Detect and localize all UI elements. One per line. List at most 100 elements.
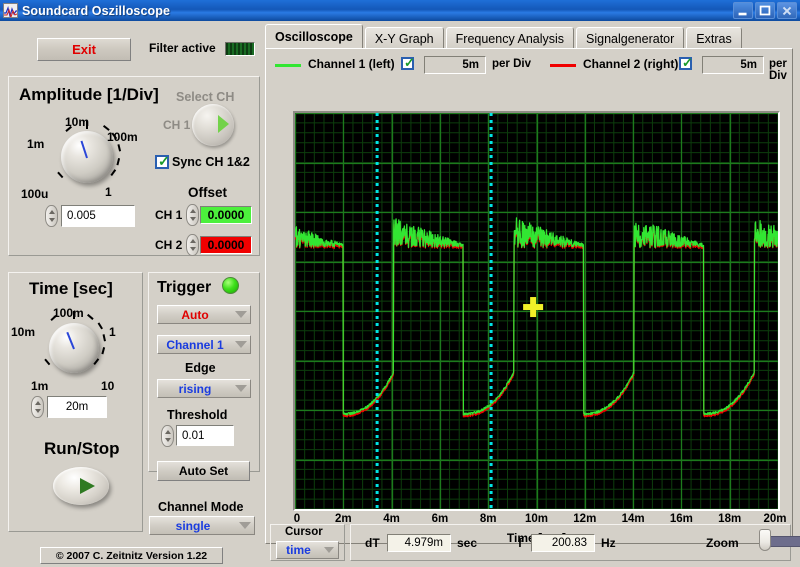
channel1-per-div-value[interactable]: 5m: [424, 56, 486, 74]
amplitude-knob-label-100m: 100m: [107, 130, 138, 144]
offset-ch2-label: CH 2: [155, 238, 183, 252]
cursor-title: Cursor: [285, 526, 323, 538]
maximize-icon[interactable]: [755, 2, 775, 19]
amplitude-knob-label-1: 1: [105, 185, 112, 199]
channel2-enable-checkbox[interactable]: ✓: [679, 55, 693, 70]
channel-legend-row: Channel 1 (left) ✓ 5m per Div Channel 2 …: [266, 55, 794, 82]
minimize-icon[interactable]: [733, 2, 753, 19]
time-value-input[interactable]: 20m: [47, 396, 107, 418]
offset-ch2-spinner[interactable]: [186, 234, 199, 256]
time-title: Time [sec]: [29, 279, 113, 298]
knob-tick: [110, 169, 117, 177]
channel-mode-label: Channel Mode: [158, 500, 244, 514]
time-knob-label-10m: 10m: [11, 325, 36, 339]
zoom-slider-handle[interactable]: [759, 529, 771, 551]
tab-signalgenerator[interactable]: Signalgenerator: [576, 27, 685, 49]
channel-mode-value: single: [175, 518, 211, 533]
channel1-per-div-label: per Div: [492, 58, 531, 70]
dt-unit: sec: [457, 536, 478, 550]
time-knob-label-1: 1: [109, 325, 116, 339]
time-knob-needle: [66, 331, 75, 350]
auto-set-button[interactable]: Auto Set: [157, 461, 250, 481]
oscilloscope-plot-frame[interactable]: [293, 111, 780, 511]
time-knob[interactable]: [49, 323, 99, 373]
offset-ch2-value[interactable]: 0.0000: [200, 236, 252, 254]
cursor-mode-combo[interactable]: time: [276, 541, 339, 559]
window-title: Soundcard Oszilloscope: [22, 3, 171, 18]
channel2-legend-swatch: [550, 64, 576, 67]
checkmark-icon: ✓: [682, 55, 693, 70]
trigger-title: Trigger: [157, 279, 212, 296]
offset-title: Offset: [188, 185, 228, 200]
waveform-icon: [3, 3, 18, 18]
trigger-edge-label: Edge: [185, 361, 216, 375]
close-icon[interactable]: [777, 2, 797, 19]
amplitude-knob-label-10m: 10m: [65, 115, 90, 129]
chevron-down-icon: [320, 547, 338, 553]
trigger-source-combo[interactable]: Channel 1: [157, 335, 251, 354]
trigger-mode-combo[interactable]: Auto: [157, 305, 251, 324]
oscilloscope-plot[interactable]: [295, 113, 778, 509]
channel-mode-combo[interactable]: single: [149, 516, 255, 535]
cursor-mode-value: time: [286, 543, 311, 557]
amplitude-knob-needle: [80, 140, 88, 159]
dt-value: 4.979m: [387, 534, 451, 552]
amplitude-title: Amplitude [1/Div]: [19, 85, 159, 104]
select-channel-label: Select CH: [176, 90, 235, 104]
offset-ch1-label: CH 1: [155, 208, 183, 222]
select-channel-value: CH 1: [163, 118, 191, 132]
trigger-threshold-label: Threshold: [167, 408, 228, 422]
amplitude-knob-label-1m: 1m: [27, 137, 45, 151]
time-knob-label-1m: 1m: [31, 379, 49, 393]
select-channel-knob-pointer: [218, 115, 229, 133]
amplitude-knob-label-100u: 100u: [21, 187, 49, 201]
tab-xy-graph[interactable]: X-Y Graph: [364, 27, 444, 49]
select-channel-knob[interactable]: [192, 104, 234, 146]
time-knob-label-100m: 100m: [53, 306, 84, 320]
sync-channels-checkbox[interactable]: ✓: [155, 154, 170, 169]
channel2-per-div-value[interactable]: 5m: [702, 56, 764, 74]
trigger-panel: Trigger Auto Channel 1 Edge rising Thres…: [148, 272, 260, 472]
time-knob-group: [35, 309, 115, 389]
knob-tick: [103, 334, 106, 342]
cursor-group: Cursor time: [270, 524, 345, 561]
tab-oscilloscope[interactable]: Oscilloscope: [265, 24, 363, 49]
knob-tick: [87, 313, 94, 320]
filter-active-indicator: [225, 42, 255, 56]
checkmark-icon: ✓: [404, 55, 415, 70]
run-stop-button[interactable]: [53, 467, 109, 505]
trigger-edge-value: rising: [178, 381, 212, 396]
channel2-per-div-label: per Div: [769, 58, 787, 82]
offset-ch1-spinner[interactable]: [186, 204, 199, 226]
amplitude-value-input[interactable]: 0.005: [61, 205, 135, 227]
title-bar: Soundcard Oszilloscope: [0, 0, 800, 21]
knob-tick: [98, 322, 103, 330]
frequency-unit: Hz: [601, 536, 616, 550]
chevron-down-icon: [232, 311, 250, 318]
tab-frequency-analysis[interactable]: Frequency Analysis: [445, 27, 575, 49]
tab-extras[interactable]: Extras: [686, 27, 742, 49]
amplitude-knob[interactable]: [61, 131, 113, 183]
frequency-value: 200.83: [531, 534, 595, 552]
bottom-status-bar: Cursor time dT 4.979m sec f 200.83 Hz Zo…: [270, 521, 800, 562]
trigger-threshold-input[interactable]: 0.01: [176, 425, 234, 446]
trigger-edge-combo[interactable]: rising: [157, 379, 251, 398]
knob-tick: [44, 358, 51, 365]
run-stop-label: Run/Stop: [44, 439, 120, 458]
knob-tick: [101, 347, 106, 355]
amplitude-spinner[interactable]: [45, 205, 58, 227]
trigger-source-value: Channel 1: [166, 337, 224, 352]
trigger-mode-value: Auto: [181, 307, 209, 322]
chevron-down-icon: [232, 341, 250, 348]
time-spinner[interactable]: [31, 396, 44, 418]
channel1-legend-label: Channel 1 (left): [308, 57, 395, 71]
channel1-enable-checkbox[interactable]: ✓: [401, 55, 415, 70]
trigger-threshold-spinner[interactable]: [161, 425, 174, 447]
copyright-label: © 2007 C. Zeitnitz Version 1.22: [40, 547, 223, 564]
window-controls: [733, 2, 797, 19]
offset-ch1-value[interactable]: 0.0000: [200, 206, 252, 224]
channel1-legend-swatch: [275, 64, 301, 67]
knob-tick: [57, 171, 64, 178]
exit-button[interactable]: Exit: [37, 38, 131, 61]
knob-tick: [117, 144, 122, 152]
